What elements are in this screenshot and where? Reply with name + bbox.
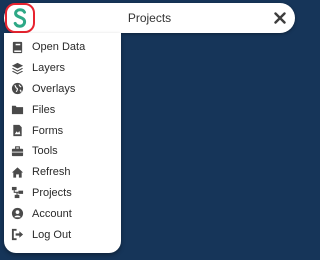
app-logo-icon — [13, 8, 27, 28]
menu-item-label: Layers — [32, 62, 66, 75]
menu-item-overlays[interactable]: Overlays — [4, 79, 121, 100]
navigation-menu: Open Data Layers Overlays Files Forms To… — [4, 33, 121, 253]
book-icon — [10, 40, 24, 54]
menu-item-files[interactable]: Files — [4, 99, 121, 120]
sign-out-icon — [10, 228, 24, 242]
menu-item-label: Forms — [32, 124, 64, 137]
toolbox-icon — [10, 144, 24, 158]
menu-item-label: Refresh — [32, 166, 71, 179]
menu-item-open-data[interactable]: Open Data — [4, 37, 121, 58]
menu-item-label: Account — [32, 207, 72, 220]
home-icon — [10, 165, 24, 179]
menu-item-log-out[interactable]: Log Out — [4, 224, 121, 245]
sitemap-icon — [10, 186, 24, 200]
menu-item-layers[interactable]: Layers — [4, 58, 121, 79]
menu-item-label: Files — [32, 103, 56, 116]
globe-icon — [10, 82, 24, 96]
logo-button[interactable] — [5, 3, 35, 33]
menu-item-label: Overlays — [32, 82, 76, 95]
form-icon — [10, 124, 24, 138]
folder-icon — [10, 103, 24, 117]
menu-item-tools[interactable]: Tools — [4, 141, 121, 162]
layers-icon — [10, 61, 24, 75]
header-bar: Projects — [4, 3, 295, 33]
menu-item-projects[interactable]: Projects — [4, 183, 121, 204]
close-button[interactable] — [271, 9, 289, 27]
page-title: Projects — [127, 11, 172, 25]
user-circle-icon — [10, 207, 24, 221]
menu-item-label: Tools — [32, 145, 58, 158]
menu-item-label: Open Data — [32, 41, 86, 54]
close-icon — [274, 12, 286, 24]
menu-item-label: Projects — [32, 186, 72, 199]
menu-item-label: Log Out — [32, 228, 72, 241]
menu-item-refresh[interactable]: Refresh — [4, 162, 121, 183]
menu-item-forms[interactable]: Forms — [4, 120, 121, 141]
menu-item-account[interactable]: Account — [4, 203, 121, 224]
